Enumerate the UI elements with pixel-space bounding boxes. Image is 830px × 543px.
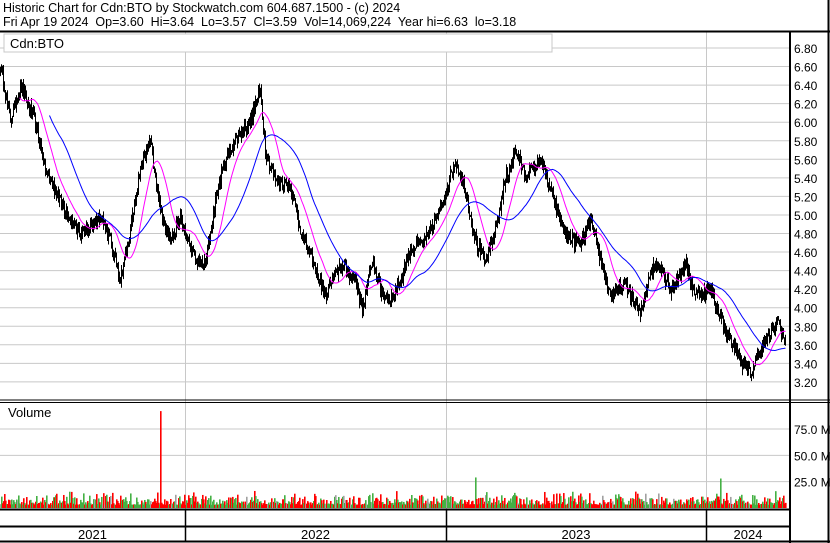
- price-tick-label: 6.40: [794, 79, 818, 93]
- year-label: 2024: [734, 527, 763, 542]
- volume-tick-label: 75.0 M: [794, 423, 830, 437]
- price-tick-label: 4.00: [794, 302, 818, 316]
- moving-average-line: [19, 97, 786, 366]
- year-label: 2022: [301, 527, 330, 542]
- price-tick-label: 6.80: [794, 42, 818, 56]
- price-tick-label: 5.60: [794, 153, 818, 167]
- price-tick-label: 3.20: [794, 376, 818, 390]
- price-tick-label: 3.60: [794, 339, 818, 353]
- price-tick-label: 3.80: [794, 320, 818, 334]
- year-label: 2021: [78, 527, 107, 542]
- stock-chart: Historic Chart for Cdn:BTO by Stockwatch…: [0, 0, 830, 543]
- price-tick-label: 5.20: [794, 190, 818, 204]
- price-tick-label: 6.60: [794, 61, 818, 75]
- price-tick-label: 4.80: [794, 228, 818, 242]
- volume-label: Volume: [8, 405, 51, 420]
- price-tick-label: 5.40: [794, 172, 818, 186]
- price-tick-label: 3.40: [794, 357, 818, 371]
- price-tick-label: 6.00: [794, 116, 818, 130]
- symbol-label-box: [3, 33, 553, 53]
- chart-canvas: Cdn:BTO Volume 6.80 6.60 6.40 6.20 6.00 5.80 5…: [0, 0, 830, 543]
- volume-bar: [160, 411, 162, 508]
- volume-tick-label: 25.0 M: [794, 476, 830, 490]
- year-label: 2023: [562, 527, 591, 542]
- price-tick-label: 4.40: [794, 265, 818, 279]
- volume-bar: [785, 502, 787, 508]
- price-tick-label: 4.60: [794, 246, 818, 260]
- price-tick-label: 4.20: [794, 283, 818, 297]
- symbol-label: Cdn:BTO: [10, 36, 64, 51]
- volume-tick-label: 50.0 M: [794, 449, 830, 463]
- price-tick-label: 5.00: [794, 209, 818, 223]
- price-tick-label: 6.20: [794, 98, 818, 112]
- price-tick-label: 5.80: [794, 135, 818, 149]
